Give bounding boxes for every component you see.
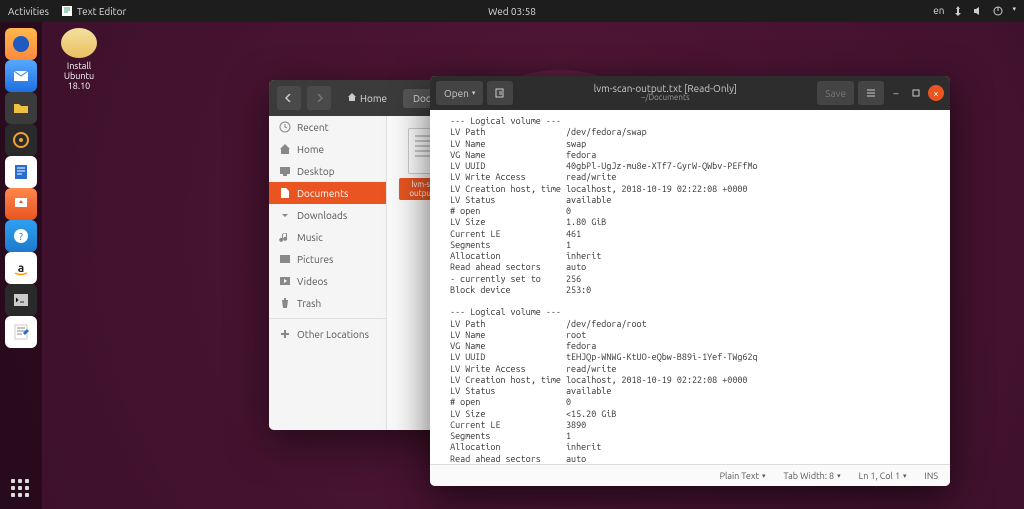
amazon-icon: a <box>11 258 31 278</box>
writer-icon <box>11 162 31 182</box>
back-button[interactable] <box>277 86 301 110</box>
breadcrumb-home[interactable]: Home <box>337 88 397 108</box>
sidebar-item-label: Music <box>297 232 323 243</box>
sidebar-item-label: Downloads <box>297 210 347 221</box>
breadcrumb-label: Home <box>360 93 387 104</box>
apps-icon <box>11 479 31 499</box>
dock-amazon[interactable]: a <box>5 252 37 284</box>
power-icon[interactable] <box>992 5 1004 17</box>
trash-icon <box>279 297 291 309</box>
music-icon <box>279 231 291 243</box>
videos-icon <box>279 275 291 287</box>
subtitle-text: ~/Documents <box>517 94 813 103</box>
install-disc-icon <box>61 28 97 58</box>
close-button[interactable]: × <box>928 85 944 101</box>
app-menu[interactable]: Text Editor <box>61 5 126 17</box>
dock-writer[interactable] <box>5 156 37 188</box>
menu-icon <box>866 88 876 98</box>
hamburger-button[interactable] <box>858 81 884 105</box>
gedit-titlebar[interactable]: Open ▾ lvm-scan-output.txt [Read-Only] ~… <box>430 76 950 110</box>
topbar: Activities Text Editor Wed 03:58 en ▾ <box>0 0 1024 22</box>
desktop-icon <box>279 165 291 177</box>
sidebar-item-recent[interactable]: Recent <box>269 116 386 138</box>
open-button[interactable]: Open ▾ <box>436 81 483 105</box>
dock: ?a <box>0 22 42 509</box>
clock[interactable]: Wed 03:58 <box>488 6 536 17</box>
pictures-icon <box>279 253 291 265</box>
sidebar-item-home[interactable]: Home <box>269 138 386 160</box>
dock-mail[interactable] <box>5 60 37 92</box>
sidebar-item-trash[interactable]: Trash <box>269 292 386 314</box>
sidebar-item-videos[interactable]: Videos <box>269 270 386 292</box>
sidebar-item-label: Recent <box>297 122 329 133</box>
files-sidebar: Recent Home Desktop Documents Downloads Music… <box>269 116 387 430</box>
chevron-down-icon: ▾ <box>472 89 476 97</box>
sidebar-item-label: Home <box>297 144 324 155</box>
sound-icon[interactable] <box>972 5 984 17</box>
dock-help[interactable]: ? <box>5 220 37 252</box>
plus-icon <box>279 328 291 340</box>
svg-text:a: a <box>18 262 25 275</box>
text-editor-icon <box>61 5 73 17</box>
help-icon: ? <box>11 226 31 246</box>
dock-gedit[interactable] <box>5 316 37 348</box>
save-button[interactable]: Save <box>817 81 854 105</box>
new-doc-icon <box>495 88 505 98</box>
lang-indicator[interactable]: en <box>933 5 944 17</box>
app-grid-button[interactable] <box>0 479 42 499</box>
insert-mode[interactable]: INS <box>925 471 938 481</box>
maximize-icon <box>912 89 920 97</box>
status-bar: Plain Text Tab Width: 8 Ln 1, Col 1 INS <box>430 464 950 486</box>
sidebar-item-other-locations[interactable]: Other Locations <box>269 323 386 345</box>
sidebar-item-label: Pictures <box>297 254 333 265</box>
sidebar-item-label: Trash <box>297 298 321 309</box>
svg-text:?: ? <box>19 231 23 242</box>
activities-button[interactable]: Activities <box>8 6 49 17</box>
sidebar-item-label: Videos <box>297 276 328 287</box>
new-tab-button[interactable] <box>487 81 513 105</box>
software-icon <box>11 194 31 214</box>
dock-music[interactable] <box>5 124 37 156</box>
desktop-icon-label: Install Ubuntu 18.10 <box>52 62 106 92</box>
files-icon <box>11 98 31 118</box>
music-icon <box>11 130 31 150</box>
sidebar-item-downloads[interactable]: Downloads <box>269 204 386 226</box>
home-icon <box>279 143 291 155</box>
language-selector[interactable]: Plain Text <box>720 471 766 481</box>
recent-icon <box>279 121 291 133</box>
sidebar-item-label: Other Locations <box>297 329 369 340</box>
dock-firefox[interactable] <box>5 28 37 60</box>
desktop-install-icon[interactable]: Install Ubuntu 18.10 <box>52 28 106 92</box>
cursor-position[interactable]: Ln 1, Col 1 <box>859 471 907 481</box>
editor-area[interactable]: --- Logical volume --- LV Path /dev/fedo… <box>430 110 950 464</box>
documents-icon <box>279 187 291 199</box>
home-icon <box>347 92 357 102</box>
chevron-right-icon <box>315 94 323 102</box>
maximize-button[interactable] <box>908 85 924 101</box>
minimize-button[interactable]: – <box>888 85 904 101</box>
sidebar-item-music[interactable]: Music <box>269 226 386 248</box>
sidebar-item-label: Desktop <box>297 166 335 177</box>
app-label: Text Editor <box>77 6 126 17</box>
dock-terminal[interactable] <box>5 284 37 316</box>
sidebar-item-label: Documents <box>297 188 348 199</box>
dropdown-icon[interactable]: ▾ <box>1012 5 1016 17</box>
downloads-icon <box>279 209 291 221</box>
open-label: Open <box>444 88 469 99</box>
sidebar-item-pictures[interactable]: Pictures <box>269 248 386 270</box>
mail-icon <box>11 66 31 86</box>
tab-width-selector[interactable]: Tab Width: 8 <box>784 471 841 481</box>
text-editor-window: Open ▾ lvm-scan-output.txt [Read-Only] ~… <box>430 76 950 486</box>
network-icon[interactable] <box>952 5 964 17</box>
dock-files[interactable] <box>5 92 37 124</box>
window-title: lvm-scan-output.txt [Read-Only] ~/Docume… <box>517 83 813 103</box>
sidebar-item-documents[interactable]: Documents <box>269 182 386 204</box>
sidebar-item-desktop[interactable]: Desktop <box>269 160 386 182</box>
forward-button[interactable] <box>307 86 331 110</box>
gedit-icon <box>11 322 31 342</box>
terminal-icon <box>11 290 31 310</box>
chevron-left-icon <box>285 94 293 102</box>
firefox-icon <box>11 34 31 54</box>
dock-software[interactable] <box>5 188 37 220</box>
